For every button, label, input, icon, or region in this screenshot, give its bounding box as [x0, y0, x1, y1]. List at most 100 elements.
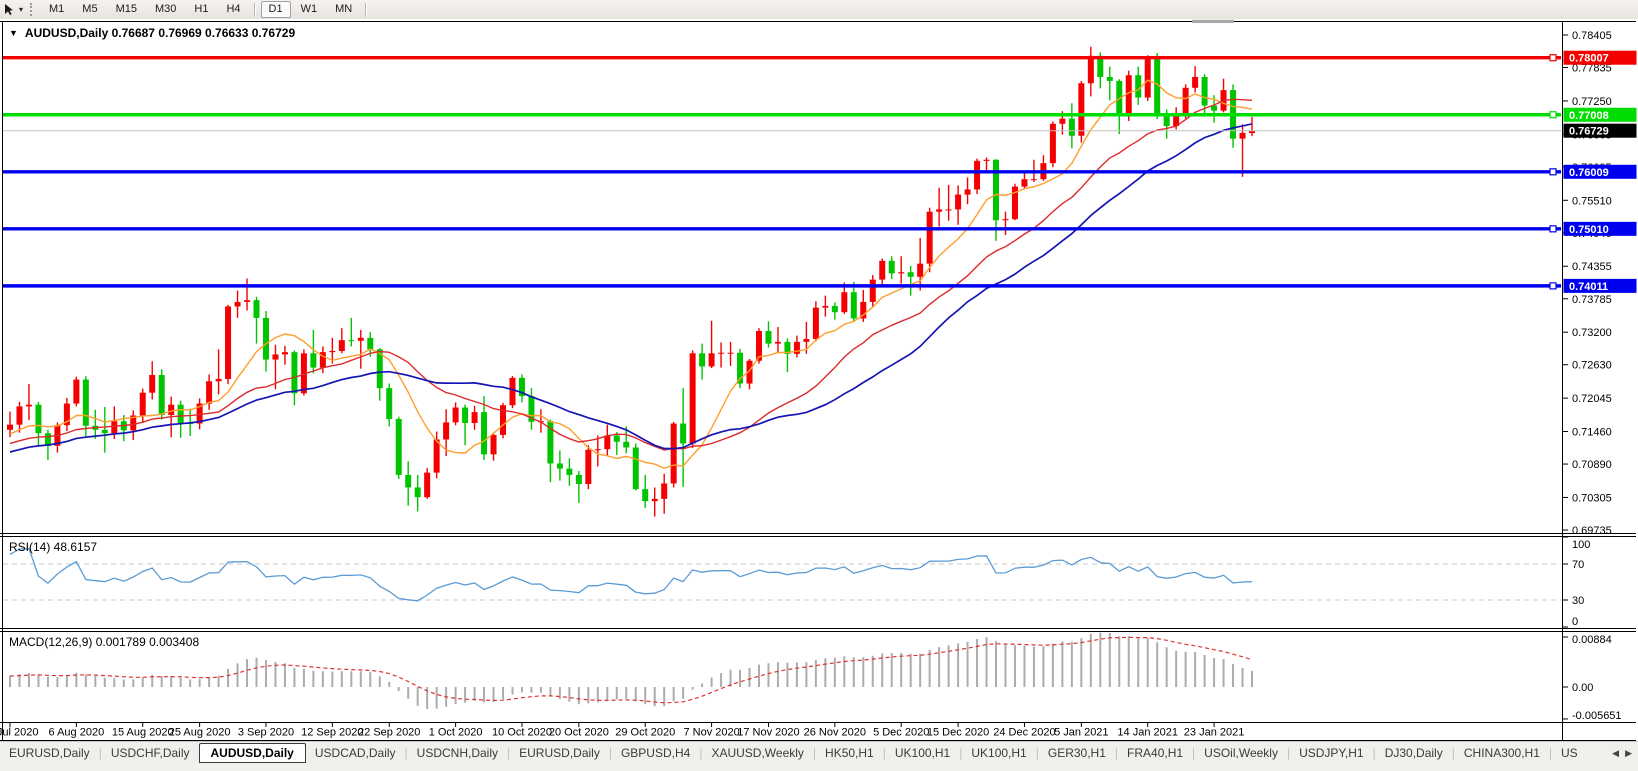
- candle: [642, 489, 648, 501]
- horizontal-level-lines[interactable]: [3, 55, 1561, 289]
- chart-tab-eurusd-daily[interactable]: EURUSD,Daily: [0, 744, 99, 762]
- chart-tab-usoil-weekly[interactable]: USOil,Weekly: [1195, 744, 1287, 762]
- tab-scroll-right-icon[interactable]: ▶: [1625, 748, 1632, 759]
- chart-tab-uk100-h1[interactable]: UK100,H1: [886, 744, 959, 762]
- chart-tab-hk50-h1[interactable]: HK50,H1: [816, 744, 883, 762]
- candle: [661, 483, 667, 498]
- candle: [623, 442, 629, 448]
- candle: [348, 340, 354, 341]
- price-chart-canvas[interactable]: 0.784050.778350.772500.766650.760950.755…: [0, 19, 1638, 741]
- timeframe-button-group: M1M5M15M30H1H4 D1W1MN: [40, 1, 371, 18]
- candle: [310, 353, 316, 367]
- candle: [396, 419, 402, 475]
- chart-tab-uk100-h1[interactable]: UK100,H1: [962, 744, 1035, 762]
- timeframe-button-m1[interactable]: M1: [41, 1, 72, 18]
- chart-tab-usdcnh-daily[interactable]: USDCNH,Daily: [408, 744, 507, 762]
- timeframe-button-m5[interactable]: M5: [74, 1, 105, 18]
- candle: [566, 469, 572, 475]
- timeframe-button-h4[interactable]: H4: [218, 1, 248, 18]
- candle: [984, 160, 990, 161]
- candle: [614, 436, 620, 442]
- level-line-handle: [1550, 283, 1556, 289]
- tab-scroll-left-icon[interactable]: ◀: [1612, 748, 1619, 759]
- candle: [832, 306, 838, 312]
- chevron-down-icon[interactable]: ▾: [19, 5, 23, 14]
- chart-tab-usdjpy-h1[interactable]: USDJPY,H1: [1290, 744, 1372, 762]
- chart-tab-fra40-h1[interactable]: FRA40,H1: [1118, 744, 1192, 762]
- chart-tab-usdcad-daily[interactable]: USDCAD,Daily: [306, 744, 405, 762]
- candle: [965, 189, 971, 194]
- candle: [813, 308, 819, 339]
- candle: [870, 280, 876, 302]
- candle: [1059, 119, 1065, 124]
- candle: [462, 408, 468, 423]
- chart-tab-china300-h1[interactable]: CHINA300,H1: [1455, 744, 1549, 762]
- candle: [879, 261, 885, 280]
- rsi-tick-label: 0: [1572, 616, 1578, 628]
- chart-tab-xauusd-weekly[interactable]: XAUUSD,Weekly: [702, 744, 812, 762]
- timeframe-button-h1[interactable]: H1: [186, 1, 216, 18]
- chart-tab-usdchf-daily[interactable]: USDCHF,Daily: [102, 744, 199, 762]
- timeframe-button-m30[interactable]: M30: [147, 1, 184, 18]
- level-line-handle: [1550, 112, 1556, 118]
- price-tick-label: 0.69735: [1572, 525, 1612, 537]
- level-line-handle: [1550, 169, 1556, 175]
- candle: [775, 342, 781, 344]
- candle: [841, 292, 847, 312]
- chart-tab-eurusd-daily[interactable]: EURUSD,Daily: [510, 744, 609, 762]
- toolbar-grip[interactable]: [30, 3, 34, 16]
- candle: [585, 450, 591, 484]
- chart-tab-dj30-daily[interactable]: DJ30,Daily: [1376, 744, 1452, 762]
- candle: [680, 424, 686, 444]
- date-tick-label: 12 Sep 2020: [301, 727, 363, 739]
- chart-tab-audusd-daily[interactable]: AUDUSD,Daily: [199, 743, 306, 763]
- cursor-icon[interactable]: [3, 3, 16, 16]
- status-strip: [0, 763, 1638, 771]
- candle: [282, 352, 288, 354]
- chart-frame-lines: [0, 20, 1636, 741]
- date-tick-label: 20 Oct 2020: [549, 727, 609, 739]
- date-tick-label: 25 Aug 2020: [169, 727, 231, 739]
- candle: [415, 487, 421, 497]
- price-tick-label: 0.70890: [1572, 459, 1612, 471]
- candle: [699, 353, 705, 366]
- candle: [178, 405, 184, 423]
- chart-tabs: EURUSD,Daily|USDCHF,DailyAUDUSD,DailyUSD…: [0, 743, 1587, 763]
- chart-shift-marker[interactable]: [1192, 20, 1234, 23]
- candle: [491, 435, 497, 454]
- candle: [291, 352, 297, 393]
- tab-scroll-controls: ◀ ▶: [1608, 748, 1638, 759]
- candle: [405, 475, 411, 488]
- timeframe-button-mn[interactable]: MN: [327, 1, 360, 18]
- price-tick-label: 0.70305: [1572, 492, 1612, 504]
- candle: [159, 375, 165, 415]
- candle: [424, 473, 430, 498]
- chart-tab-ger30-h1[interactable]: GER30,H1: [1039, 744, 1115, 762]
- timeframe-button-d1[interactable]: D1: [261, 1, 291, 18]
- chart-tab-gbpusd-h4[interactable]: GBPUSD,H4: [612, 744, 699, 762]
- chart-tab-us[interactable]: US: [1552, 744, 1587, 762]
- candle: [83, 380, 89, 426]
- rsi-tick-label: 100: [1572, 539, 1590, 551]
- date-tick-label: 7 Nov 2020: [683, 727, 739, 739]
- candle: [140, 393, 146, 416]
- price-tick-label: 0.72630: [1572, 360, 1612, 372]
- candle: [974, 161, 980, 190]
- timeframe-button-m15[interactable]: M15: [108, 1, 145, 18]
- candle: [443, 422, 449, 439]
- candle: [329, 351, 335, 352]
- time-axis: 28 Jul 20206 Aug 202015 Aug 202025 Aug 2…: [0, 723, 1244, 739]
- timeframe-button-w1[interactable]: W1: [293, 1, 326, 18]
- macd-signal-line: [10, 637, 1252, 703]
- price-badge: 0.78007: [1569, 53, 1609, 65]
- chart-tab-bar: EURUSD,Daily|USDCHF,DailyAUDUSD,DailyUSD…: [0, 741, 1638, 764]
- price-tick-label: 0.73785: [1572, 294, 1612, 306]
- candle: [955, 195, 961, 210]
- date-tick-label: 24 Dec 2020: [993, 727, 1055, 739]
- moving-average-8: [10, 80, 1252, 468]
- date-tick-label: 6 Aug 2020: [49, 727, 105, 739]
- date-tick-label: 10 Oct 2020: [492, 727, 552, 739]
- rsi-tick-label: 70: [1572, 559, 1584, 571]
- candle: [927, 212, 933, 264]
- date-tick-label: 15 Dec 2020: [927, 727, 989, 739]
